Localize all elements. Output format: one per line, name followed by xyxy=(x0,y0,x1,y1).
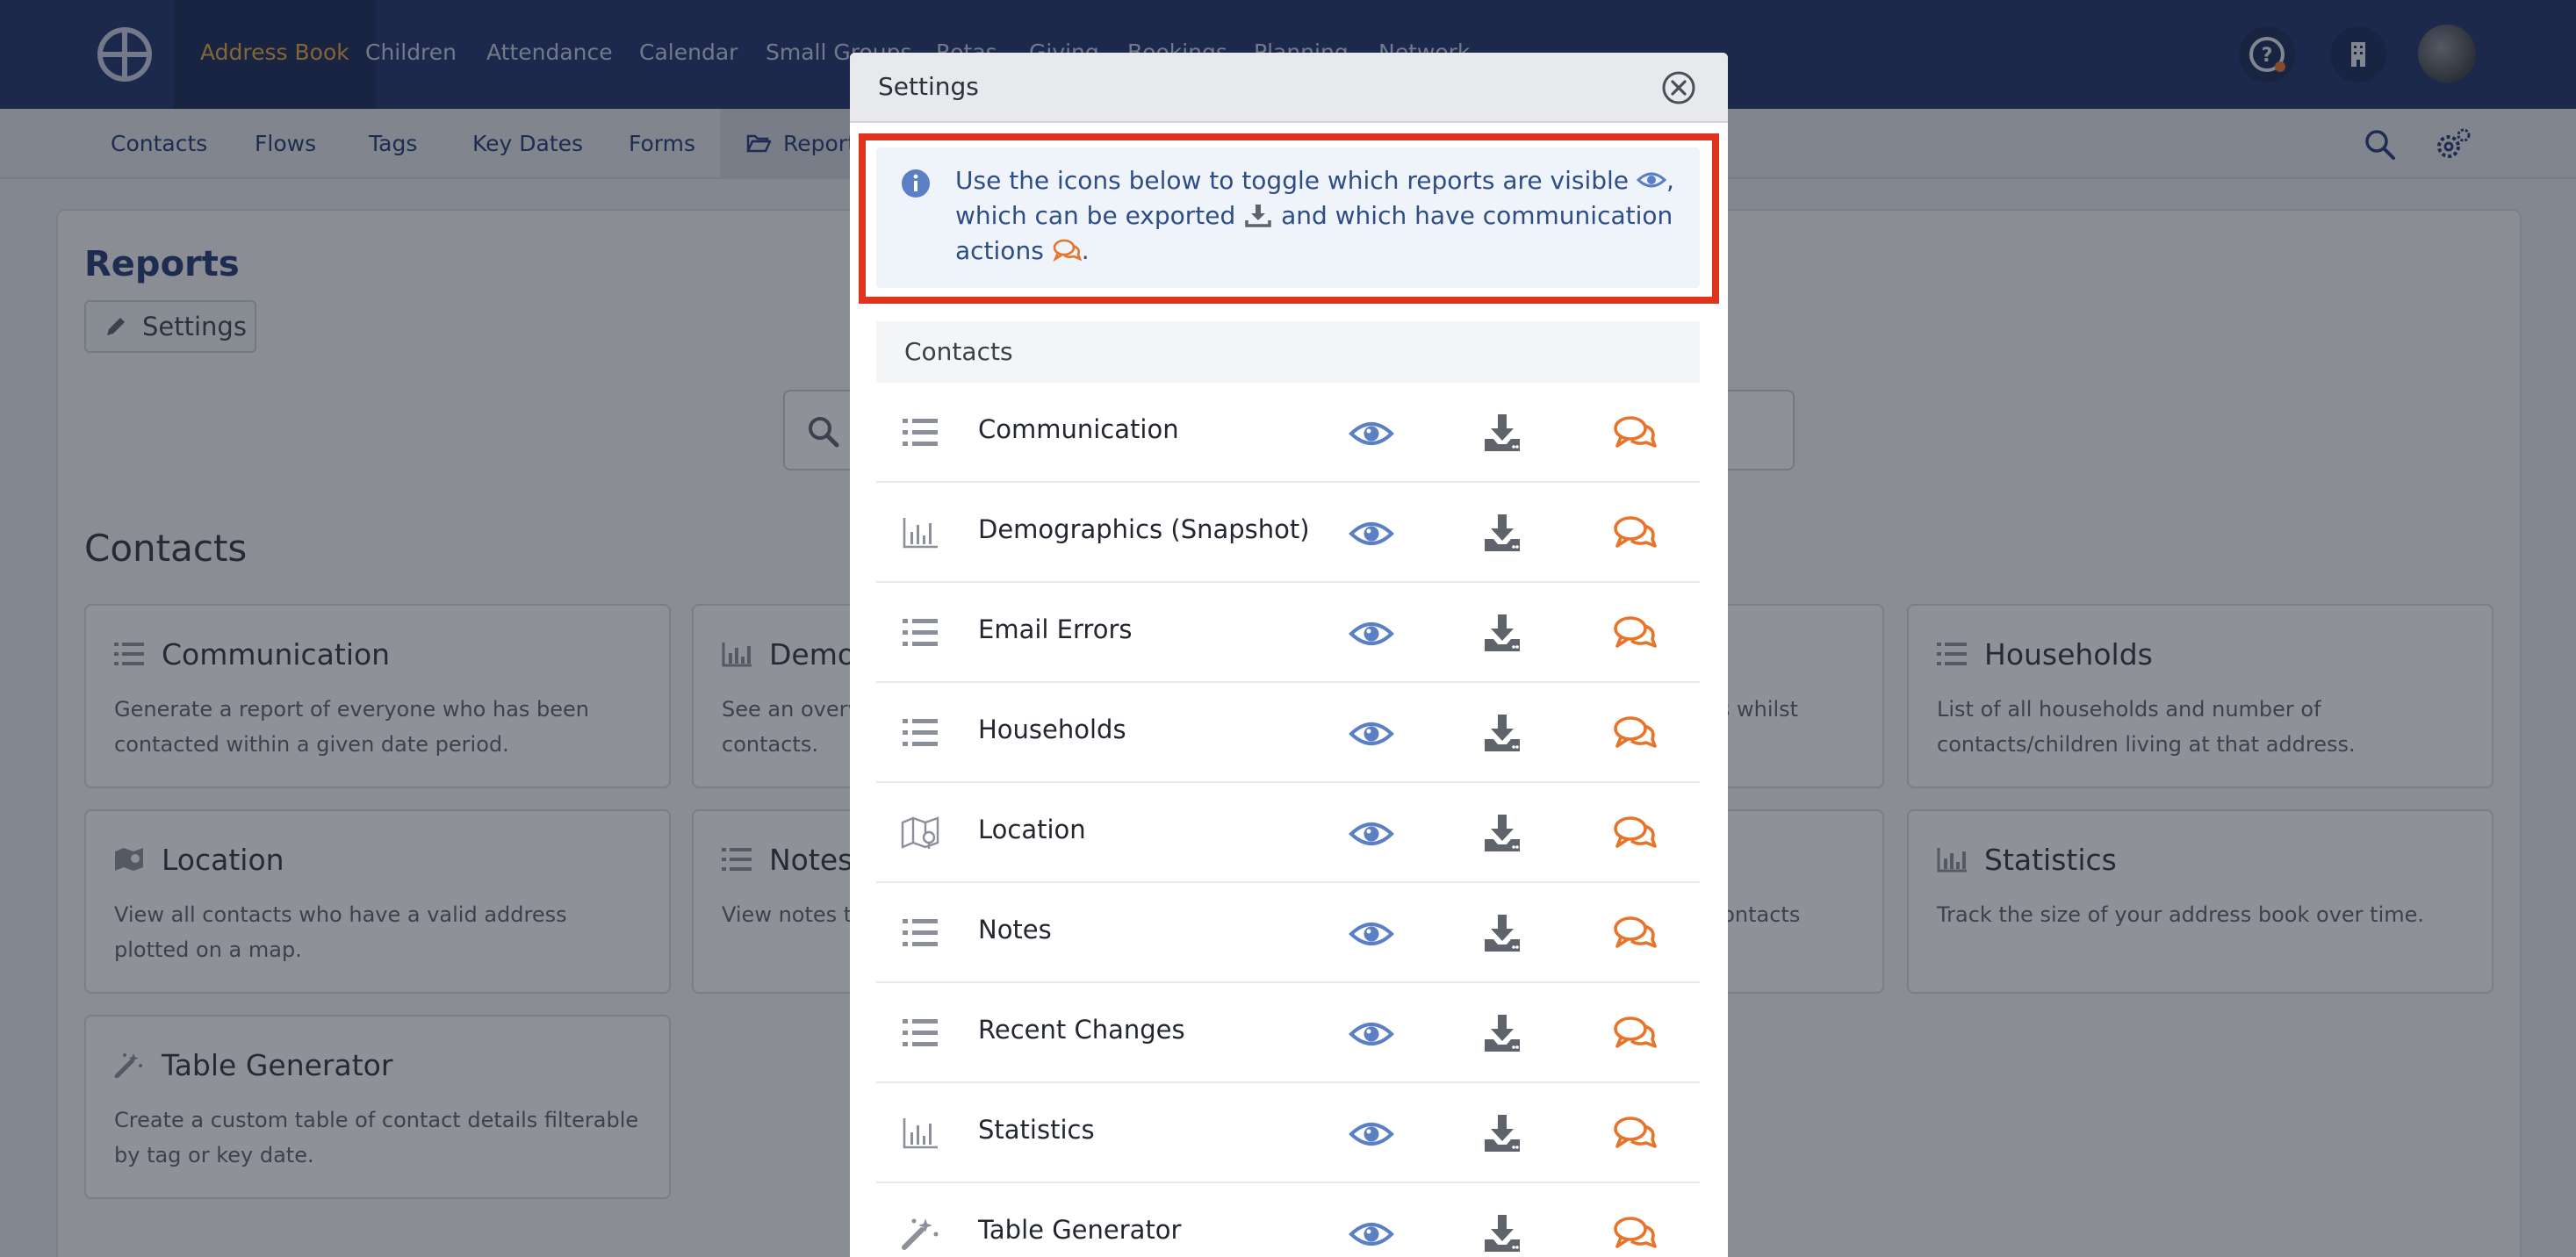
report-name: Statistics xyxy=(978,1115,1095,1145)
communication-toggle-comments-icon[interactable] xyxy=(1612,1015,1658,1053)
report-settings-row: Notes xyxy=(876,883,1700,983)
export-toggle-download-icon[interactable] xyxy=(1482,513,1522,553)
visible-toggle-eye-icon[interactable] xyxy=(1349,416,1394,451)
list-icon xyxy=(903,619,938,646)
visible-toggle-eye-icon[interactable] xyxy=(1349,616,1394,651)
export-toggle-download-icon[interactable] xyxy=(1482,713,1522,753)
visible-toggle-eye-icon[interactable] xyxy=(1349,716,1394,751)
report-name: Demographics (Snapshot) xyxy=(978,514,1310,544)
visible-toggle-eye-icon[interactable] xyxy=(1349,1217,1394,1252)
report-settings-row: Households xyxy=(876,683,1700,783)
report-name: Communication xyxy=(978,414,1179,444)
export-toggle-download-icon[interactable] xyxy=(1482,413,1522,453)
communication-toggle-comments-icon[interactable] xyxy=(1612,1115,1658,1153)
communication-toggle-comments-icon[interactable] xyxy=(1612,1215,1658,1253)
report-name: Notes xyxy=(978,915,1052,945)
export-toggle-download-icon[interactable] xyxy=(1482,1213,1522,1253)
communication-toggle-comments-icon[interactable] xyxy=(1612,715,1658,753)
modal-header: Settings xyxy=(850,53,1728,123)
report-name: Email Errors xyxy=(978,614,1133,644)
report-name: Households xyxy=(978,715,1126,744)
report-name: Table Generator xyxy=(978,1215,1182,1245)
export-toggle-download-icon[interactable] xyxy=(1482,1013,1522,1053)
chart-icon xyxy=(903,518,938,549)
list-icon xyxy=(903,719,938,746)
communication-toggle-comments-icon[interactable] xyxy=(1612,614,1658,653)
report-settings-row: Statistics xyxy=(876,1083,1700,1183)
visible-toggle-eye-icon[interactable] xyxy=(1349,916,1394,952)
list-icon xyxy=(903,1019,938,1046)
report-settings-row: Communication xyxy=(876,383,1700,483)
chart-icon xyxy=(903,1118,938,1149)
export-toggle-download-icon[interactable] xyxy=(1482,1113,1522,1153)
visible-toggle-eye-icon[interactable] xyxy=(1349,1016,1394,1052)
group-header-contacts: Contacts xyxy=(876,321,1700,383)
export-toggle-download-icon[interactable] xyxy=(1482,813,1522,853)
export-toggle-download-icon[interactable] xyxy=(1482,613,1522,653)
magic-wand-icon xyxy=(902,1218,939,1250)
report-name: Recent Changes xyxy=(978,1015,1185,1045)
communication-toggle-comments-icon[interactable] xyxy=(1612,514,1658,553)
modal-title: Settings xyxy=(878,72,979,101)
highlight-box xyxy=(859,133,1719,304)
visible-toggle-eye-icon[interactable] xyxy=(1349,816,1394,851)
list-icon xyxy=(903,919,938,946)
report-settings-row: Recent Changes xyxy=(876,983,1700,1083)
report-settings-row: Email Errors xyxy=(876,583,1700,683)
report-settings-row: Location xyxy=(876,783,1700,883)
list-icon xyxy=(903,419,938,446)
communication-toggle-comments-icon[interactable] xyxy=(1612,414,1658,453)
close-icon[interactable] xyxy=(1661,70,1696,105)
map-icon xyxy=(901,816,939,849)
export-toggle-download-icon[interactable] xyxy=(1482,913,1522,953)
visible-toggle-eye-icon[interactable] xyxy=(1349,516,1394,551)
communication-toggle-comments-icon[interactable] xyxy=(1612,915,1658,953)
report-settings-row: Table Generator xyxy=(876,1183,1700,1257)
communication-toggle-comments-icon[interactable] xyxy=(1612,815,1658,853)
report-settings-row: Demographics (Snapshot) xyxy=(876,483,1700,583)
report-name: Location xyxy=(978,815,1086,844)
visible-toggle-eye-icon[interactable] xyxy=(1349,1117,1394,1152)
